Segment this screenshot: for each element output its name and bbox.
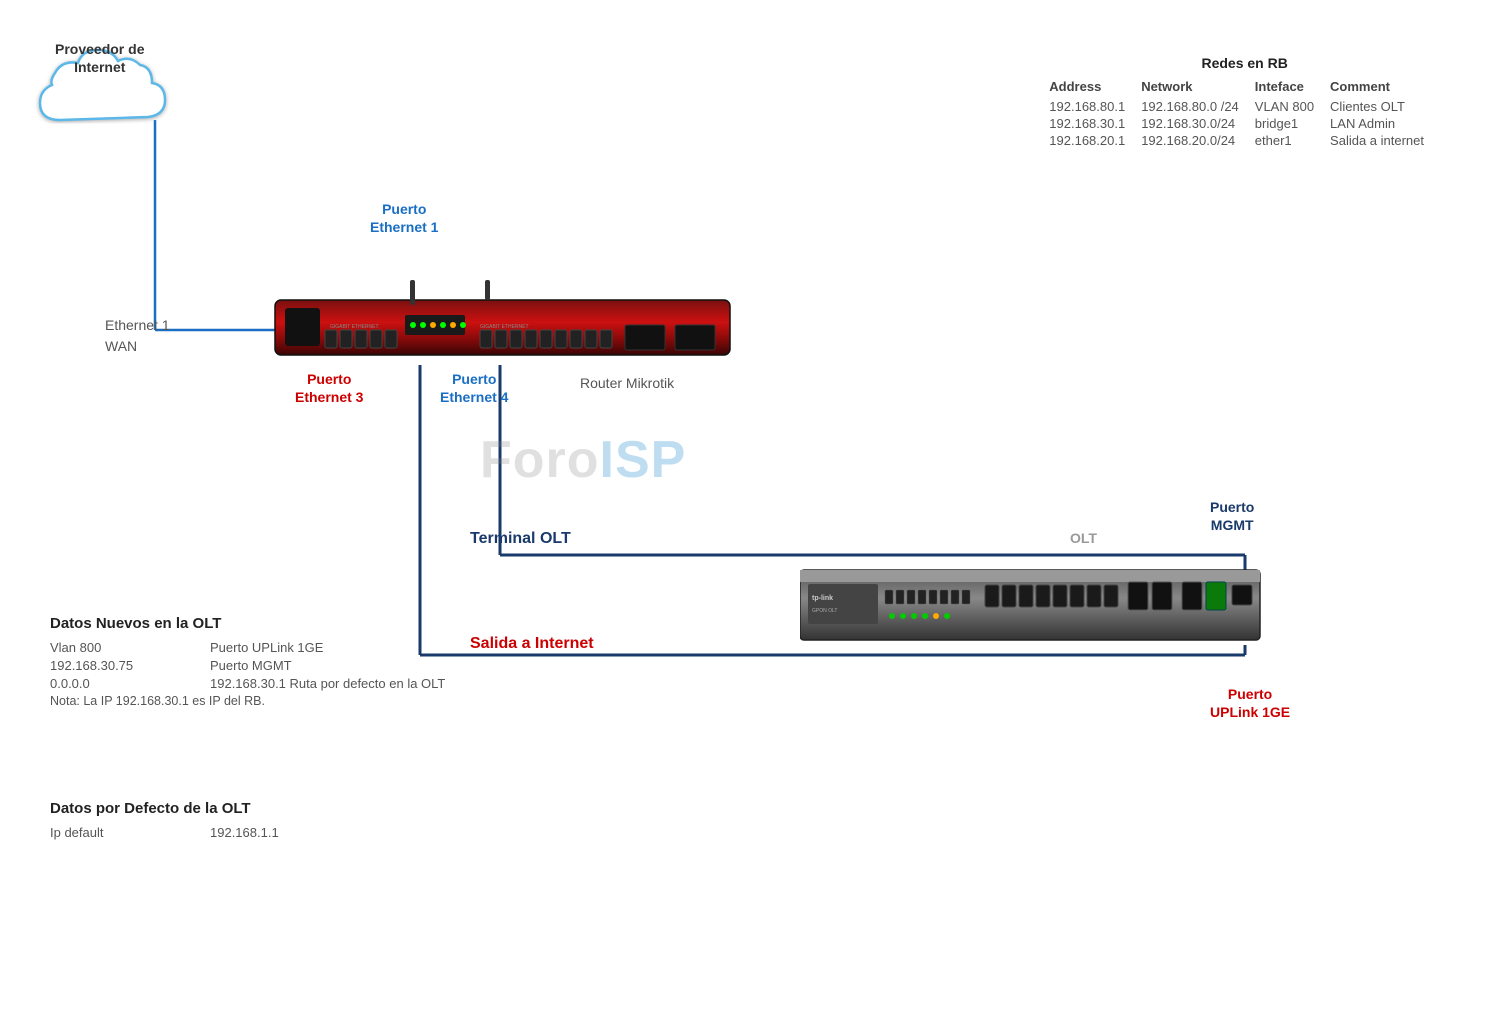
eth1-label: Ethernet 1 (105, 315, 170, 336)
table-cell-interface: ether1 (1255, 132, 1330, 149)
table-row: 192.168.80.1192.168.80.0 /24VLAN 800Clie… (1049, 98, 1440, 115)
table-cell-interface: VLAN 800 (1255, 98, 1330, 115)
cloud-label-line1: Proveedor de (55, 41, 144, 57)
port-eth3-label: Puerto Ethernet 3 (295, 370, 363, 406)
port-eth4-line1: Puerto (440, 370, 508, 388)
svg-text:tp-link: tp-link (812, 595, 833, 602)
table-cell-address: 192.168.30.1 (1049, 115, 1141, 132)
terminal-olt-label: Terminal OLT (470, 530, 571, 548)
connection-lines (0, 0, 1500, 1031)
table-cell-comment: Salida a internet (1330, 132, 1440, 149)
col-header-interface: Inteface (1255, 77, 1330, 98)
olt-device-label: OLT (1070, 530, 1097, 546)
redes-rb-title: Redes en RB (1049, 55, 1440, 71)
datos-defecto-title: Datos por Defecto de la OLT (50, 800, 279, 817)
puerto-uplink-line2: UPLink 1GE (1210, 703, 1290, 721)
router-device: GIGABIT ETHERNET GIGABIT ETHERNET (265, 280, 745, 370)
table-cell-comment: Clientes OLT (1330, 98, 1440, 115)
port-eth4-line2: Ethernet 4 (440, 388, 508, 406)
table-cell-interface: bridge1 (1255, 115, 1330, 132)
watermark-foro: Foro (480, 431, 600, 489)
data-value: Puerto MGMT (210, 658, 292, 673)
cloud-label-line2: Internet (74, 59, 125, 75)
data-key: 0.0.0.0 (50, 676, 180, 691)
puerto-uplink-label: Puerto UPLink 1GE (1210, 685, 1290, 721)
datos-nuevos-section: Datos Nuevos en la OLT Vlan 800 Puerto UP… (50, 615, 445, 708)
data-key: Ip default (50, 825, 180, 840)
table-cell-address: 192.168.80.1 (1049, 98, 1141, 115)
data-key: 192.168.30.75 (50, 658, 180, 673)
table-cell-network: 192.168.30.0/24 (1141, 115, 1255, 132)
list-item: Vlan 800 Puerto UPLink 1GE (50, 640, 445, 655)
eth1-wan-label: Ethernet 1 WAN (105, 315, 170, 357)
port-eth3-line1: Puerto (295, 370, 363, 388)
col-header-comment: Comment (1330, 77, 1440, 98)
port-eth4-label: Puerto Ethernet 4 (440, 370, 508, 406)
svg-text:GPON OLT: GPON OLT (812, 608, 837, 614)
table-cell-network: 192.168.20.0/24 (1141, 132, 1255, 149)
puerto-mgmt-label: Puerto MGMT (1210, 498, 1254, 534)
table-row: 192.168.30.1192.168.30.0/24bridge1LAN Ad… (1049, 115, 1440, 132)
port-eth1-line1: Puerto (370, 200, 438, 218)
col-header-address: Address (1049, 77, 1141, 98)
svg-text:GIGABIT ETHERNET: GIGABIT ETHERNET (330, 324, 379, 330)
datos-nuevos-nota: Nota: La IP 192.168.30.1 es IP del RB. (50, 694, 445, 708)
list-item: Ip default 192.168.1.1 (50, 825, 279, 840)
data-key: Vlan 800 (50, 640, 180, 655)
port-eth3-line2: Ethernet 3 (295, 388, 363, 406)
redes-rb-table: Redes en RB Address Network Inteface Com… (1049, 55, 1440, 149)
cloud-label: Proveedor de Internet (55, 40, 144, 76)
list-item: 0.0.0.0 192.168.30.1 Ruta por defecto en … (50, 676, 445, 691)
page: Proveedor de Internet Ethernet 1 WAN Pue… (0, 0, 1500, 1031)
table-row: 192.168.20.1192.168.20.0/24ether1Salida … (1049, 132, 1440, 149)
datos-nuevos-title: Datos Nuevos en la OLT (50, 615, 445, 632)
data-value: Puerto UPLink 1GE (210, 640, 323, 655)
watermark: ForoISP (480, 430, 686, 490)
port-eth1-label: Puerto Ethernet 1 (370, 200, 438, 236)
olt-device: tp-link GPON OLT (800, 560, 1280, 660)
puerto-uplink-line1: Puerto (1210, 685, 1290, 703)
watermark-isp: ISP (600, 431, 687, 489)
datos-defecto-section: Datos por Defecto de la OLT Ip default 19… (50, 800, 279, 840)
salida-internet-label: Salida a Internet (470, 635, 594, 653)
table-cell-address: 192.168.20.1 (1049, 132, 1141, 149)
router-label: Router Mikrotik (580, 375, 674, 391)
table-cell-comment: LAN Admin (1330, 115, 1440, 132)
wan-label: WAN (105, 336, 170, 357)
list-item: 192.168.30.75 Puerto MGMT (50, 658, 445, 673)
data-value: 192.168.1.1 (210, 825, 279, 840)
puerto-mgmt-line1: Puerto (1210, 498, 1254, 516)
svg-text:GIGABIT ETHERNET: GIGABIT ETHERNET (480, 324, 529, 330)
col-header-network: Network (1141, 77, 1255, 98)
port-eth1-line2: Ethernet 1 (370, 218, 438, 236)
data-value: 192.168.30.1 Ruta por defecto en la OLT (210, 676, 445, 691)
puerto-mgmt-line2: MGMT (1210, 516, 1254, 534)
table-cell-network: 192.168.80.0 /24 (1141, 98, 1255, 115)
